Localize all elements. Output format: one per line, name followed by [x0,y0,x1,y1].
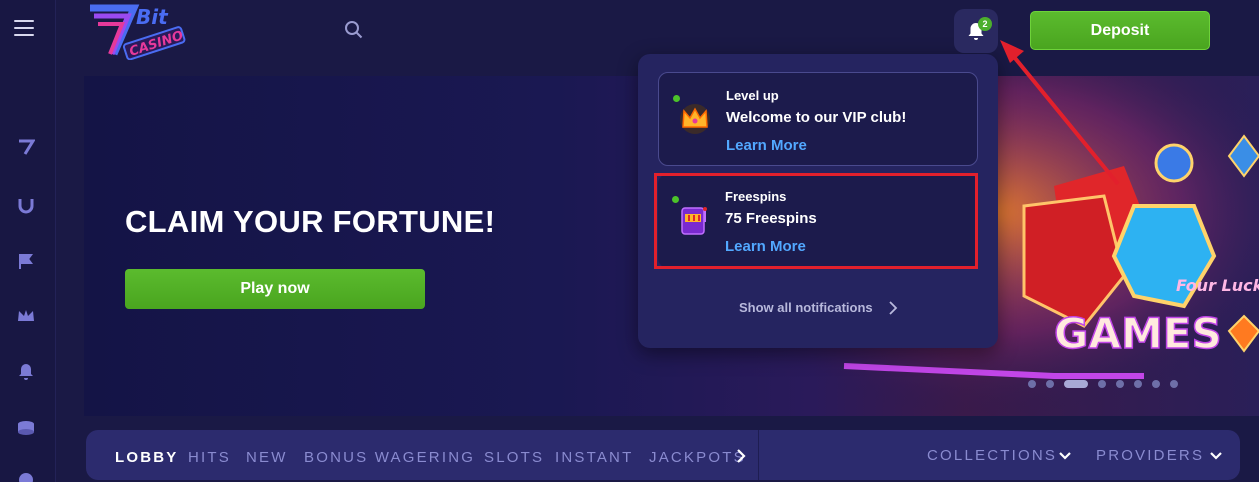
crown-u-icon[interactable] [16,195,36,215]
show-all-notifications-link[interactable]: Show all notifications [739,300,873,315]
coins-icon[interactable] [16,418,36,438]
providers-dropdown[interactable]: PROVIDERS [1096,447,1204,464]
notification-count-badge: 2 [978,17,992,31]
crown-icon [680,104,710,134]
scroll-right-icon[interactable] [736,449,746,463]
tab-new[interactable]: NEW [246,449,288,466]
learn-more-link[interactable]: Learn More [726,137,807,154]
svg-text:GAMES: GAMES [1054,309,1222,358]
chevron-right-icon[interactable] [888,301,898,315]
collections-dropdown[interactable]: COLLECTIONS [927,447,1057,464]
bell-icon[interactable] [16,362,36,382]
slide-dot[interactable] [1134,380,1142,388]
menu-icon[interactable] [14,20,34,38]
chevron-down-icon[interactable] [1210,450,1222,462]
notification-card-level-up[interactable]: Level up Welcome to our VIP club! Learn … [658,72,978,166]
slide-dot[interactable] [1046,380,1054,388]
slide-dot[interactable] [1116,380,1124,388]
tab-lobby[interactable]: LOBBY [115,449,179,466]
banner-headline: CLAIM YOUR FORTUNE! [125,204,496,239]
divider [758,430,759,480]
svg-text:Bit: Bit [136,5,169,29]
highlight-box [654,173,978,269]
slide-dot-active[interactable] [1064,380,1088,388]
notifications-button[interactable]: 2 [954,9,998,53]
deposit-button[interactable]: Deposit [1030,11,1210,50]
slide-dot[interactable] [1170,380,1178,388]
tab-instant[interactable]: INSTANT [555,449,633,466]
globe-icon[interactable] [16,470,36,482]
svg-text:Four Lucky Diamonds: Four Lucky Diamonds [1176,276,1259,295]
chevron-down-icon[interactable] [1059,450,1071,462]
category-nav: LOBBY HITS NEW BONUS WAGERING SLOTS INST… [86,430,1240,480]
notification-message: Welcome to our VIP club! [726,109,907,126]
tab-jackpots[interactable]: JACKPOTS [649,449,746,466]
slide-dot[interactable] [1152,380,1160,388]
slide-indicators [1028,380,1178,388]
slide-dot[interactable] [1028,380,1036,388]
tab-hits[interactable]: HITS [188,449,231,466]
flags-icon[interactable] [16,251,36,271]
brand-logo[interactable]: Bit CASINO [88,2,192,61]
slide-dot[interactable] [1098,380,1106,388]
tab-slots[interactable]: SLOTS [484,449,544,466]
seven-icon[interactable] [16,137,36,157]
tab-bonus-wagering[interactable]: BONUS WAGERING [304,449,475,466]
crown-icon[interactable] [16,306,36,326]
left-sidebar [0,0,56,482]
search-icon[interactable] [344,20,364,40]
notification-category: Level up [726,88,779,103]
play-now-button[interactable]: Play now [125,269,425,309]
